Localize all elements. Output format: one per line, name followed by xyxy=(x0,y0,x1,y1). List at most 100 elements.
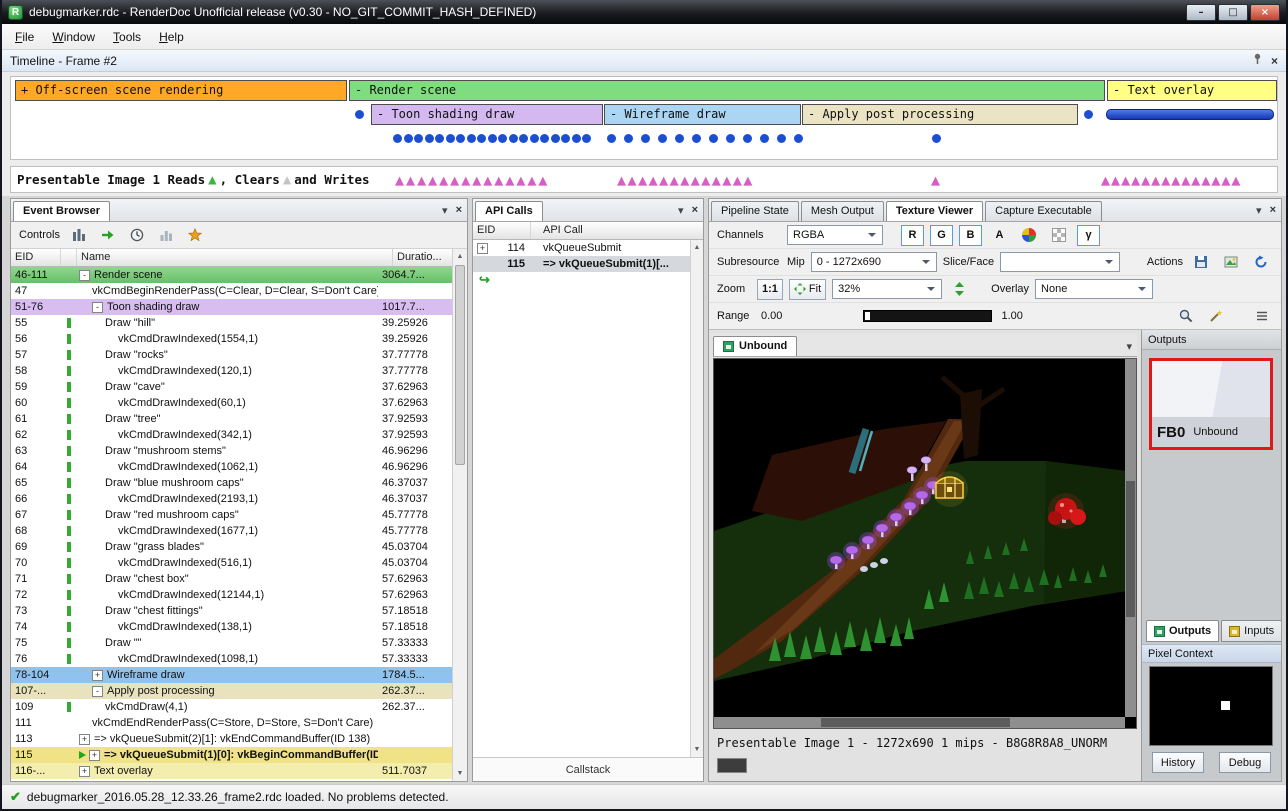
timeline-close-icon[interactable]: × xyxy=(1271,54,1278,68)
column-eid[interactable]: EID xyxy=(473,222,531,239)
api-calls-close-icon[interactable]: × xyxy=(692,204,698,217)
expand-icon[interactable]: + xyxy=(79,734,90,745)
background-checker-button[interactable] xyxy=(1047,225,1071,246)
scroll-down-icon[interactable]: ▼ xyxy=(691,742,703,757)
writes-marker-group[interactable]: ▲▲▲▲▲▲▲▲▲▲▲▲▲ xyxy=(617,168,754,192)
time-durations-icon[interactable] xyxy=(127,225,147,245)
event-row[interactable]: 111vkCmdEndRenderPass(C=Store, D=Store, … xyxy=(11,715,452,731)
event-row[interactable]: 109vkCmdDraw(4,1)262.37... xyxy=(11,699,452,715)
tab-inputs[interactable]: Inputs xyxy=(1221,620,1282,642)
event-row[interactable]: 63Draw "mushroom stems"46.96296 xyxy=(11,443,452,459)
event-row[interactable]: 75Draw ""57.33333 xyxy=(11,635,452,651)
range-max-value[interactable]: 1.00 xyxy=(1002,310,1036,322)
event-row[interactable]: 78-104+Wireframe draw1784.5... xyxy=(11,667,452,683)
event-dot-group[interactable] xyxy=(393,134,593,143)
event-browser-scrollbar[interactable]: ▲ ▼ xyxy=(452,249,467,781)
bookmark-icon[interactable] xyxy=(185,225,205,245)
range-min-value[interactable]: 0.00 xyxy=(761,310,853,322)
pin-icon[interactable] xyxy=(1252,53,1263,68)
event-row[interactable]: 56vkCmdDrawIndexed(1554,1)39.25926 xyxy=(11,331,452,347)
scroll-up-icon[interactable]: ▲ xyxy=(691,240,703,255)
column-api-call[interactable]: API Call xyxy=(531,222,703,239)
event-row[interactable]: 51-76-Toon shading draw1017.7... xyxy=(11,299,452,315)
debug-button[interactable]: Debug xyxy=(1219,752,1271,773)
range-slider[interactable] xyxy=(863,310,992,322)
event-row[interactable]: 57Draw "rocks"37.77778 xyxy=(11,347,452,363)
flip-y-button[interactable] xyxy=(948,279,971,300)
event-row[interactable]: 61Draw "tree"37.92593 xyxy=(11,411,452,427)
api-calls-menu-icon[interactable]: ▾ xyxy=(678,204,684,217)
event-row[interactable]: 70vkCmdDrawIndexed(516,1)45.03704 xyxy=(11,555,452,571)
event-row[interactable]: 69Draw "grass blades"45.03704 xyxy=(11,539,452,555)
event-row[interactable]: 115+=> vkQueueSubmit(1)[0]: vkBeginComma… xyxy=(11,747,452,763)
texture-vscrollbar[interactable] xyxy=(1125,359,1136,717)
event-row[interactable]: 67Draw "red mushroom caps"45.77778 xyxy=(11,507,452,523)
event-dot-group[interactable] xyxy=(932,134,941,143)
collapse-icon[interactable]: - xyxy=(79,270,90,281)
scroll-up-icon[interactable]: ▲ xyxy=(453,249,467,264)
channel-alpha-button[interactable]: A xyxy=(988,225,1011,246)
collapse-icon[interactable]: - xyxy=(92,302,103,313)
event-row[interactable]: 59Draw "cave"37.62963 xyxy=(11,379,452,395)
event-row[interactable]: 73Draw "chest fittings"57.18518 xyxy=(11,603,452,619)
range-settings-icon[interactable] xyxy=(1250,306,1273,327)
event-row[interactable]: 64vkCmdDrawIndexed(1062,1)46.96296 xyxy=(11,459,452,475)
event-row[interactable]: 72vkCmdDrawIndexed(12144,1)57.62963 xyxy=(11,587,452,603)
tab-capture-executable[interactable]: Capture Executable xyxy=(985,201,1102,221)
event-row[interactable]: 60vkCmdDrawIndexed(60,1)37.62963 xyxy=(11,395,452,411)
scroll-down-icon[interactable]: ▼ xyxy=(453,766,467,781)
texture-image[interactable] xyxy=(714,359,1127,719)
timeline-bar[interactable]: - Wireframe draw xyxy=(604,104,801,125)
expand-icon[interactable]: + xyxy=(89,750,100,761)
overlay-select[interactable]: None xyxy=(1035,279,1153,299)
fb0-thumbnail[interactable]: FB0 Unbound xyxy=(1149,358,1273,450)
color-wheel-button[interactable] xyxy=(1017,225,1041,246)
zoom-range-button[interactable] xyxy=(1174,306,1198,327)
event-row[interactable]: 113+=> vkQueueSubmit(2)[1]: vkEndCommand… xyxy=(11,731,452,747)
api-call-row[interactable]: +114vkQueueSubmit xyxy=(473,240,690,256)
column-flame[interactable] xyxy=(61,249,77,266)
slice-face-select[interactable] xyxy=(1000,252,1120,272)
tab-api-calls[interactable]: API Calls xyxy=(475,201,543,221)
column-eid[interactable]: EID xyxy=(11,249,61,266)
menu-tools[interactable]: Tools xyxy=(104,26,150,48)
channel-green-button[interactable]: G xyxy=(930,225,953,246)
expand-icon[interactable]: + xyxy=(92,670,103,681)
texture-tab-dropdown-icon[interactable]: ▾ xyxy=(1126,340,1132,353)
event-row[interactable]: 46-111-Render scene3064.7... xyxy=(11,267,452,283)
event-row[interactable]: 47vkCmdBeginRenderPass(C=Clear, D=Clear,… xyxy=(11,283,452,299)
event-row[interactable]: 58vkCmdDrawIndexed(120,1)37.77778 xyxy=(11,363,452,379)
channel-blue-button[interactable]: B xyxy=(959,225,982,246)
event-row[interactable]: 74vkCmdDrawIndexed(138,1)57.18518 xyxy=(11,619,452,635)
writes-marker-group[interactable]: ▲ xyxy=(931,168,940,192)
event-row[interactable]: 55Draw "hill"39.25926 xyxy=(11,315,452,331)
event-dot[interactable] xyxy=(355,110,364,119)
refresh-button[interactable] xyxy=(1249,252,1273,273)
expand-icon[interactable]: + xyxy=(79,766,90,777)
tab-unbound-texture[interactable]: Unbound xyxy=(713,336,797,356)
timeline-pill[interactable] xyxy=(1106,109,1274,120)
event-row[interactable]: 65Draw "blue mushroom caps"46.37037 xyxy=(11,475,452,491)
event-dot-group[interactable] xyxy=(607,134,811,143)
zoom-1to1-button[interactable]: 1:1 xyxy=(757,279,783,300)
pixel-context-view[interactable] xyxy=(1149,666,1273,746)
event-row[interactable]: 62vkCmdDrawIndexed(342,1)37.92593 xyxy=(11,427,452,443)
tab-event-browser[interactable]: Event Browser xyxy=(13,201,110,221)
timeline-bar[interactable]: - Render scene xyxy=(349,80,1105,101)
autofit-range-button[interactable] xyxy=(1204,306,1228,327)
tab-mesh-output[interactable]: Mesh Output xyxy=(801,201,884,221)
texture-list-button[interactable] xyxy=(1219,252,1243,273)
event-row[interactable]: 76vkCmdDrawIndexed(1098,1)57.33333 xyxy=(11,651,452,667)
api-call-row[interactable]: 115=> vkQueueSubmit(1)[... xyxy=(473,256,690,272)
tab-pipeline-state[interactable]: Pipeline State xyxy=(711,201,799,221)
menu-help[interactable]: Help xyxy=(150,26,193,48)
save-texture-button[interactable] xyxy=(1189,252,1213,273)
writes-marker-group[interactable]: ▲▲▲▲▲▲▲▲▲▲▲▲▲▲ xyxy=(1101,168,1241,192)
writes-marker-group[interactable]: ▲▲▲▲▲▲▲▲▲▲▲▲▲▲ xyxy=(395,168,549,192)
range-slider-handle[interactable] xyxy=(865,312,870,320)
scrollbar-thumb[interactable] xyxy=(455,265,465,465)
history-button[interactable]: History xyxy=(1152,752,1204,773)
event-row[interactable]: 71Draw "chest box"57.62963 xyxy=(11,571,452,587)
jump-eid-icon[interactable] xyxy=(98,225,118,245)
event-dot[interactable] xyxy=(1084,110,1093,119)
